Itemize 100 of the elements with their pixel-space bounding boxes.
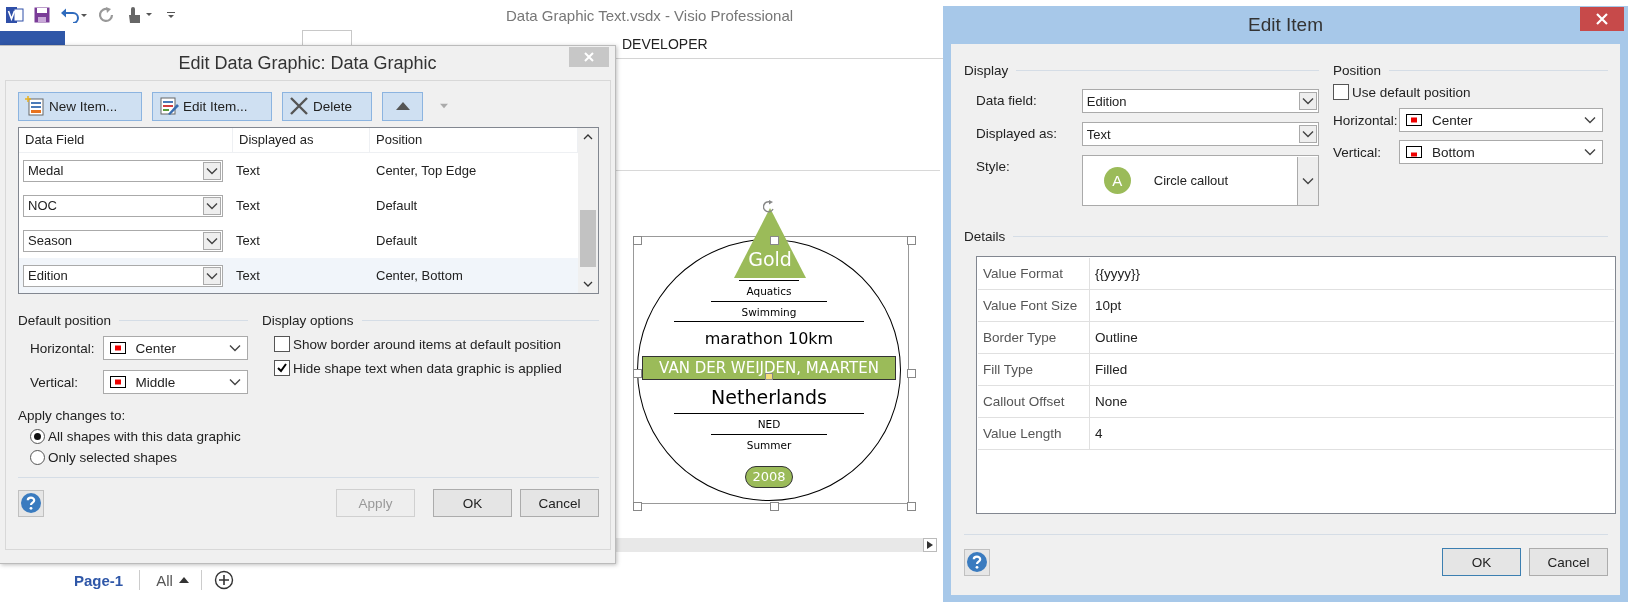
field-label: Style: <box>976 158 1011 174</box>
chevron-icon[interactable] <box>1584 116 1596 124</box>
radio-button[interactable] <box>30 429 45 444</box>
close-icon[interactable] <box>1596 13 1608 25</box>
resize-handle[interactable] <box>770 236 779 245</box>
property-value[interactable]: {{yyyy}} <box>1090 258 1141 289</box>
ribbon-tab[interactable]: DEVELOPER <box>618 30 712 58</box>
displayed-as-select[interactable]: Text <box>1081 122 1319 146</box>
property-name: Value Font Size <box>978 290 1090 321</box>
field-label: Horizontal: <box>1333 112 1395 128</box>
new-list-icon[interactable] <box>25 96 45 116</box>
redo-icon[interactable] <box>98 6 116 24</box>
radio-label[interactable]: Only selected shapes <box>48 450 178 465</box>
resize-handle[interactable] <box>633 369 642 378</box>
dialog-button[interactable]: Cancel <box>1529 548 1608 576</box>
checkbox[interactable] <box>1333 84 1349 100</box>
vertical-scrollbar[interactable] <box>578 128 598 293</box>
field-label: Displayed as: <box>976 125 1059 141</box>
position-icon <box>109 342 126 354</box>
chevron-icon[interactable] <box>229 344 241 352</box>
position-select[interactable]: Middle <box>102 370 248 394</box>
property-value[interactable]: None <box>1090 386 1128 417</box>
close-button[interactable] <box>1580 7 1624 31</box>
field-label: Horizontal: <box>30 340 96 356</box>
table-cell-text: Text <box>235 198 261 213</box>
column-header[interactable]: Displayed as <box>233 128 370 152</box>
section-title: Display <box>964 62 1009 78</box>
shape-text: NED <box>757 417 781 433</box>
resize-handle[interactable] <box>633 236 642 245</box>
caret-icon[interactable] <box>178 577 189 583</box>
section-title: Position <box>1333 62 1382 78</box>
section-title: Default position <box>18 312 112 328</box>
rotate-handle-icon[interactable] <box>763 200 777 214</box>
property-name: Value Format <box>978 258 1090 289</box>
column-header[interactable]: Data Field <box>19 128 233 152</box>
checkbox-label[interactable]: Use default position <box>1352 84 1471 100</box>
toolbar-button[interactable]: Delete <box>282 91 372 121</box>
table-cell-text: Default <box>375 233 419 248</box>
property-value[interactable]: Filled <box>1090 354 1128 385</box>
chevron-icon[interactable] <box>206 201 218 210</box>
chevron-icon[interactable] <box>1584 148 1596 156</box>
property-value[interactable]: 4 <box>1090 418 1103 449</box>
resize-handle[interactable] <box>907 236 916 245</box>
table-row[interactable]: NOC Text Default <box>19 188 578 223</box>
table-row[interactable]: Season Text Default <box>19 223 578 258</box>
shape-text: Summer <box>746 437 792 453</box>
resize-handle[interactable] <box>770 502 779 511</box>
style-select[interactable]: A Circle callout <box>1081 155 1319 206</box>
resize-handle[interactable] <box>907 369 916 378</box>
property-name: Callout Offset <box>978 386 1090 417</box>
data-field-select[interactable]: Edition <box>23 264 223 287</box>
all-pages-button[interactable]: All <box>152 571 177 589</box>
position-select[interactable]: Bottom <box>1399 140 1603 164</box>
dialog-button[interactable]: OK <box>1442 548 1521 576</box>
page-tab[interactable]: Page-1 <box>70 571 128 589</box>
resize-handle[interactable] <box>633 502 642 511</box>
chevron-down-icon[interactable] <box>583 281 593 287</box>
position-select[interactable]: Center <box>102 336 248 360</box>
field-label: Data field: <box>976 92 1038 108</box>
toolbar-button[interactable]: New Item... <box>18 91 142 121</box>
position-select[interactable]: Center <box>1399 108 1603 132</box>
radio-button[interactable] <box>30 450 45 465</box>
checkbox-label[interactable]: Show border around items at default position <box>293 336 561 352</box>
chevron-up-icon[interactable] <box>583 134 593 140</box>
resize-handle[interactable] <box>907 502 916 511</box>
table-row[interactable]: Medal Text Center, Top Edge <box>19 153 578 188</box>
customize-icon[interactable] <box>166 10 176 20</box>
property-value[interactable]: 10pt <box>1090 290 1122 321</box>
table-row[interactable]: Edition Text Center, Bottom <box>19 258 578 293</box>
dialog-button[interactable]: OK <box>433 489 512 517</box>
shape-text: marathon 10km <box>704 328 834 351</box>
arrow-right-icon[interactable] <box>927 541 933 549</box>
move-up-button[interactable] <box>382 91 423 121</box>
app-icon[interactable] <box>6 6 24 24</box>
chevron-icon[interactable] <box>229 378 241 386</box>
save-icon[interactable] <box>34 7 50 23</box>
chevron-icon[interactable] <box>1302 176 1314 185</box>
checkbox[interactable] <box>274 336 290 352</box>
property-value[interactable]: Outline <box>1090 322 1138 353</box>
arrow-up-icon[interactable] <box>395 102 410 110</box>
section-title: Display options <box>262 312 354 328</box>
chevron-icon[interactable] <box>1302 97 1314 105</box>
edit-list-icon[interactable] <box>159 96 179 116</box>
chevron-icon[interactable] <box>206 166 218 175</box>
data-field-select[interactable]: NOC <box>23 194 223 217</box>
radio-label[interactable]: All shapes with this data graphic <box>48 429 241 444</box>
delete-icon[interactable] <box>289 96 309 116</box>
chevron-icon[interactable] <box>206 236 218 245</box>
dialog-button[interactable]: Cancel <box>520 489 599 517</box>
toolbar-button[interactable]: Edit Item... <box>152 91 272 121</box>
data-field-select[interactable]: Season <box>23 229 223 252</box>
data-field-select[interactable]: Edition <box>1081 89 1319 113</box>
year-pill: 2008 <box>745 466 793 488</box>
chevron-icon[interactable] <box>1302 130 1314 138</box>
undo-icon[interactable] <box>60 7 88 23</box>
chevron-icon[interactable] <box>206 271 218 280</box>
add-page-icon[interactable] <box>213 570 234 590</box>
checkbox-label[interactable]: Hide shape text when data graphic is applied <box>293 360 562 376</box>
field-label: Vertical: <box>1333 144 1383 160</box>
data-field-select[interactable]: Medal <box>23 159 223 182</box>
